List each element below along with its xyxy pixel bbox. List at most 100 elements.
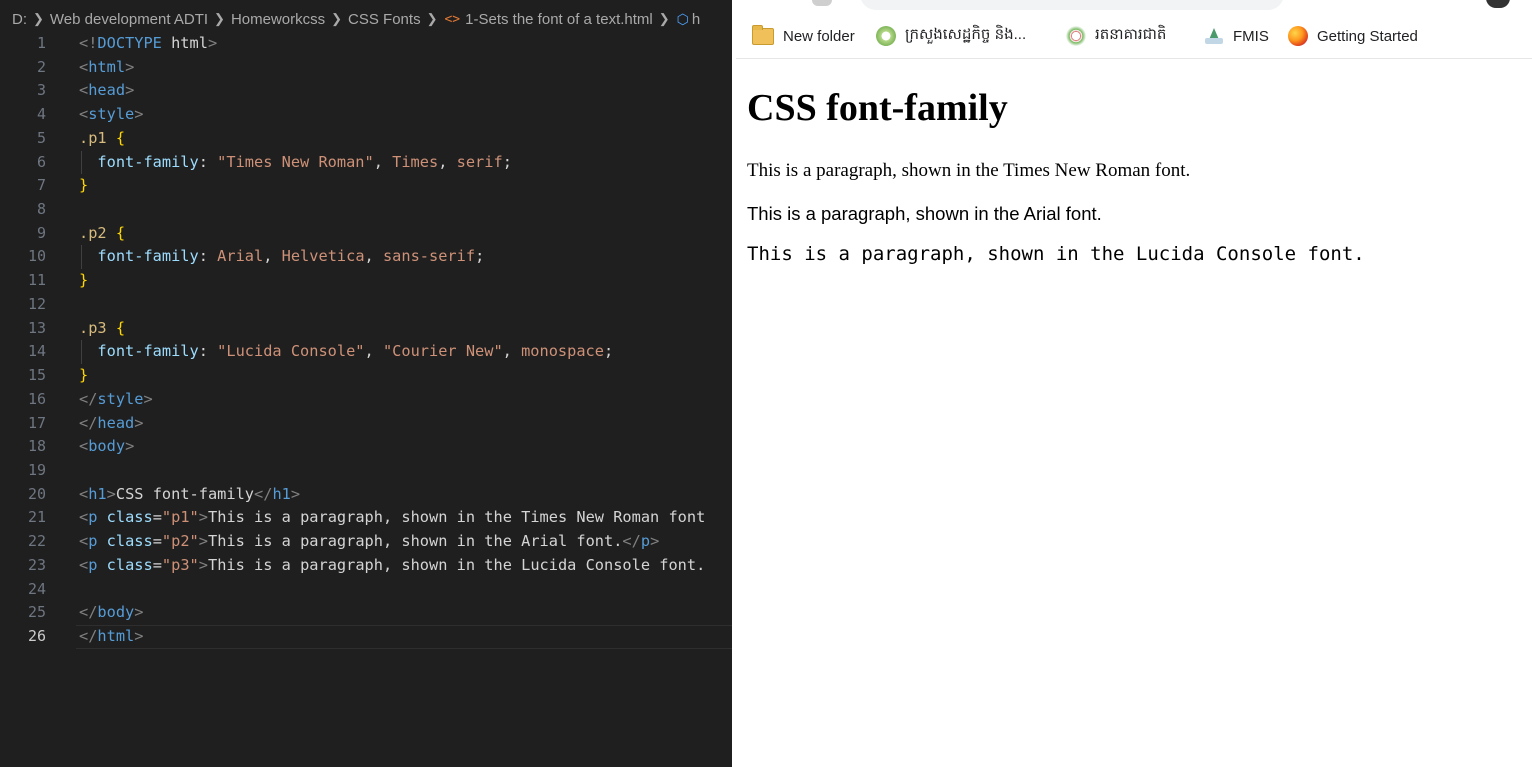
bookmark-new-folder[interactable]: New folder (752, 24, 855, 48)
bookmark-fmis[interactable]: FMIS (1204, 24, 1269, 48)
breadcrumb-drive[interactable]: D: (0, 11, 32, 28)
code-line: 8 (0, 198, 732, 222)
token: .p1 (79, 128, 107, 147)
line-number: 19 (27, 460, 46, 479)
code-editor[interactable]: D: ❯ Web development ADTI ❯ Homeworkcss … (0, 0, 732, 767)
token: serif (456, 152, 503, 171)
token: Times (392, 152, 439, 171)
line-number: 25 (27, 603, 46, 622)
line-number: 10 (27, 247, 46, 266)
chevron-right-icon: ❯ (331, 11, 343, 26)
token: < (79, 105, 89, 124)
line-number: 16 (27, 389, 46, 408)
token: < (79, 81, 89, 100)
line-number: 18 (27, 437, 46, 456)
token: html (161, 34, 208, 52)
breadcrumb-folder[interactable]: Web development ADTI (45, 11, 213, 28)
line-number: 22 (27, 532, 46, 551)
breadcrumb-file[interactable]: 1-Sets the font of a text.html (460, 11, 658, 28)
token: "Times New Roman" (217, 152, 374, 171)
code-line: 16 </style> (0, 388, 732, 412)
code-line: 5 .p1 { (0, 127, 732, 151)
page-heading: CSS font-family (747, 87, 1008, 129)
code-line: 22 <p class="p2">This is a paragraph, sho… (0, 530, 732, 554)
token: font-family (97, 152, 199, 171)
html-file-icon: <> (444, 11, 461, 27)
token: ; (603, 342, 614, 361)
line-number: 24 (27, 579, 46, 598)
code-line: 23 <p class="p3">This is a paragraph, sho… (0, 554, 732, 578)
code-area[interactable]: 1 <!DOCTYPE html> 2 <html> 3 <head> 4 <style… (0, 32, 732, 649)
token: > (125, 57, 135, 76)
bookmark-getting-started[interactable]: Getting Started (1288, 24, 1418, 48)
bookmark-treasury[interactable]: រតនាគារជាតិ (1066, 24, 1166, 48)
token: </ (79, 389, 98, 408)
token: class (97, 508, 153, 527)
token: < (79, 508, 89, 527)
line-number: 11 (27, 271, 46, 290)
token: > (134, 603, 144, 622)
breadcrumb-folder[interactable]: Homeworkcss (226, 11, 330, 28)
token: < (79, 484, 89, 503)
token: , (364, 342, 383, 361)
line-number: 9 (36, 223, 46, 242)
token: > (198, 555, 208, 574)
line-number: 14 (27, 342, 46, 361)
paragraph-lucida: This is a paragraph, shown in the Lucida… (747, 243, 1365, 265)
code-line: 9 .p2 { (0, 222, 732, 246)
treasury-seal-icon (1066, 26, 1086, 46)
token: } (79, 176, 89, 195)
breadcrumb-folder[interactable]: CSS Fonts (343, 11, 426, 28)
token: sans-serif (382, 247, 476, 266)
line-number: 2 (36, 57, 46, 76)
code-line: 14 font-family: "Lucida Console", "Couri… (0, 340, 732, 365)
bookmark-ministry[interactable]: ក្រសួងសេដ្ឋកិច្ច និង... (876, 24, 1026, 48)
code-line: 20 <h1>CSS font-family</h1> (0, 483, 732, 507)
token: > (290, 484, 301, 503)
code-line-current: 26 </html> (0, 624, 732, 649)
token: > (650, 532, 660, 551)
token: , (438, 152, 457, 171)
bookmark-label: ក្រសួងសេដ្ឋកិច្ច និង... (905, 26, 1027, 43)
toolbar-button[interactable] (812, 0, 832, 6)
token: "p3" (161, 555, 199, 574)
token: > (125, 437, 135, 456)
code-line: 12 (0, 293, 732, 317)
avatar[interactable] (1486, 0, 1510, 8)
breadcrumb-symbol[interactable]: h (689, 11, 700, 28)
token: > (134, 413, 144, 432)
line-number: 1 (36, 34, 46, 52)
token: </ (79, 413, 98, 432)
token: : (198, 342, 218, 361)
token: "p2" (161, 532, 199, 551)
bookmark-label: FMIS (1233, 27, 1269, 45)
token: } (79, 271, 89, 290)
token: </ (79, 603, 98, 622)
line-number: 15 (27, 366, 46, 385)
token: "p1" (161, 508, 199, 527)
code-line: 15} (0, 364, 732, 388)
address-bar[interactable] (860, 0, 1284, 10)
line-number: 17 (27, 413, 46, 432)
token: { (106, 223, 126, 242)
token: : (198, 152, 218, 171)
token: ; (475, 247, 485, 266)
token: .p2 (79, 223, 107, 242)
code-line: 13 .p3 { (0, 317, 732, 341)
code-line: 2 <html> (0, 56, 732, 80)
token: style (97, 389, 144, 408)
token: This is a paragraph, shown in the Times … (207, 508, 706, 527)
token: h1 (88, 484, 107, 503)
token: = (152, 532, 162, 551)
token: </ (79, 626, 98, 645)
cube-icon: ⬡ (676, 10, 689, 27)
token: style (88, 105, 135, 124)
token: > (125, 81, 135, 100)
bookmark-label: Getting Started (1317, 27, 1418, 45)
token: Helvetica (281, 247, 365, 266)
paragraph-arial: This is a paragraph, shown in the Arial … (747, 203, 1102, 224)
token: </ (254, 484, 273, 503)
bookmark-label: រតនាគារជាតិ (1095, 26, 1167, 43)
token: font-family (97, 342, 199, 361)
token: : (198, 247, 218, 266)
